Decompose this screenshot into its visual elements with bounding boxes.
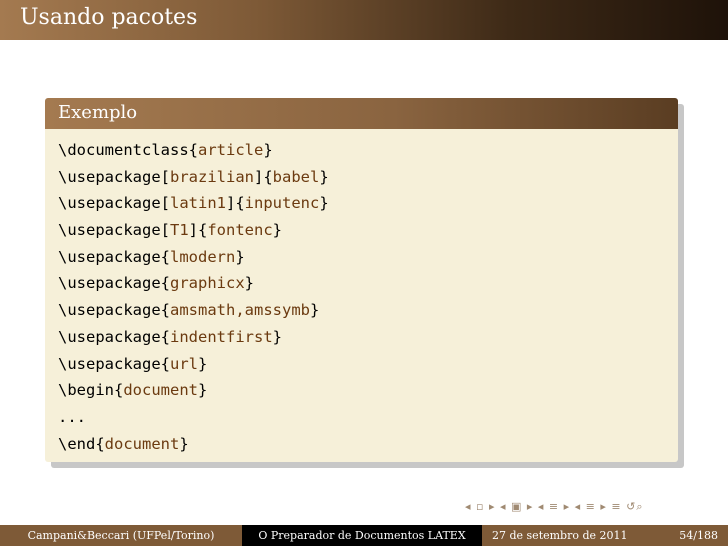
code-line: \usepackage{graphicx} (58, 270, 329, 297)
code-bracket: ]{ (226, 194, 245, 213)
code-line: \usepackage{indentfirst} (58, 324, 329, 351)
code-command: \begin (58, 381, 114, 400)
code-bracket: } (179, 434, 189, 453)
code-line: \end{document} (58, 431, 329, 458)
code-bracket: } (198, 354, 208, 373)
code-line: \usepackage{amsmath,amssymb} (58, 297, 329, 324)
code-command: \documentclass (58, 141, 189, 159)
code-command: \usepackage (58, 327, 161, 346)
code-argument: url (170, 354, 198, 373)
code-argument: graphicx (170, 274, 245, 293)
code-bracket: { (160, 327, 170, 346)
footer: Campani&Beccari (UFPel/Torino) O Prepara… (0, 525, 728, 546)
code-bracket: ]{ (254, 167, 273, 186)
code-bracket: { (160, 354, 170, 373)
code-argument: lmodern (170, 247, 236, 266)
code-bracket: { (95, 434, 105, 453)
slide-title: Usando pacotes (20, 5, 198, 30)
code-argument: document (104, 434, 180, 453)
code-command: ... (58, 407, 86, 426)
code-command: \usepackage (58, 167, 161, 186)
code-command: \usepackage (58, 221, 161, 240)
code-listing: \documentclass{article} \usepackage[brazi… (58, 137, 329, 457)
block-title: Exemplo (58, 102, 138, 123)
code-bracket: } (244, 274, 254, 293)
code-bracket: } (263, 141, 273, 159)
code-argument: latin1 (170, 194, 226, 213)
footer-title: O Preparador de Documentos LATEX (242, 525, 482, 546)
code-bracket: } (272, 221, 283, 240)
page-number: 54/188 (679, 529, 718, 542)
code-line: \usepackage[brazilian]{babel} (58, 164, 329, 191)
code-bracket: { (160, 301, 170, 320)
code-line: \usepackage[T1]{fontenc} (58, 217, 329, 244)
code-command: \usepackage (58, 354, 161, 373)
code-argument: amsmath,amssymb (170, 301, 310, 320)
code-command: \usepackage (58, 247, 161, 266)
code-command: \usepackage (58, 274, 161, 293)
code-bracket: } (235, 247, 245, 266)
code-command: \usepackage (58, 301, 161, 320)
example-block: Exemplo \documentclass{article} \usepacka… (45, 98, 684, 468)
code-bracket: } (272, 327, 282, 346)
code-bracket: [ (160, 221, 170, 240)
block-body: \documentclass{article} \usepackage[brazi… (45, 129, 678, 462)
code-argument: article (198, 141, 264, 159)
footer-date: 27 de setembro de 2011 (492, 529, 628, 542)
code-bracket: } (319, 194, 329, 213)
code-line: \usepackage{lmodern} (58, 244, 329, 271)
code-line: \usepackage[latin1]{inputenc} (58, 190, 329, 217)
code-line: \begin{document} (58, 377, 329, 404)
code-argument: babel (272, 167, 320, 186)
code-argument: T1 (170, 221, 189, 240)
code-bracket: { (188, 141, 198, 159)
code-bracket: [ (160, 167, 170, 186)
code-argument: fontenc (207, 221, 273, 240)
beamer-navigation[interactable]: ◂ ▫ ▸ ◂ ▣ ▸ ◂ ≡ ▸ ◂ ≡ ▸ ≡ ↺⌕ (465, 500, 644, 514)
code-bracket: } (309, 301, 320, 320)
code-bracket: { (160, 247, 170, 266)
code-bracket: [ (160, 194, 170, 213)
footer-author: Campani&Beccari (UFPel/Torino) (0, 525, 242, 546)
title-bar: Usando pacotes (0, 0, 728, 40)
code-line: \usepackage{url} (58, 351, 329, 378)
code-argument: brazilian (170, 167, 254, 186)
code-command: \usepackage (58, 194, 161, 213)
code-command: \end (58, 434, 96, 453)
block-header: Exemplo (45, 98, 678, 129)
footer-info: 27 de setembro de 2011 54/188 (482, 525, 728, 546)
code-argument: inputenc (244, 194, 320, 213)
code-bracket: } (319, 167, 329, 186)
code-bracket: ]{ (188, 221, 208, 240)
code-line: ... (58, 404, 329, 431)
code-line: \documentclass{article} (58, 137, 329, 164)
code-argument: document (123, 381, 198, 400)
code-bracket: { (114, 381, 124, 400)
code-bracket: { (160, 274, 170, 293)
code-bracket: } (198, 381, 208, 400)
code-argument: indentfirst (170, 327, 273, 346)
